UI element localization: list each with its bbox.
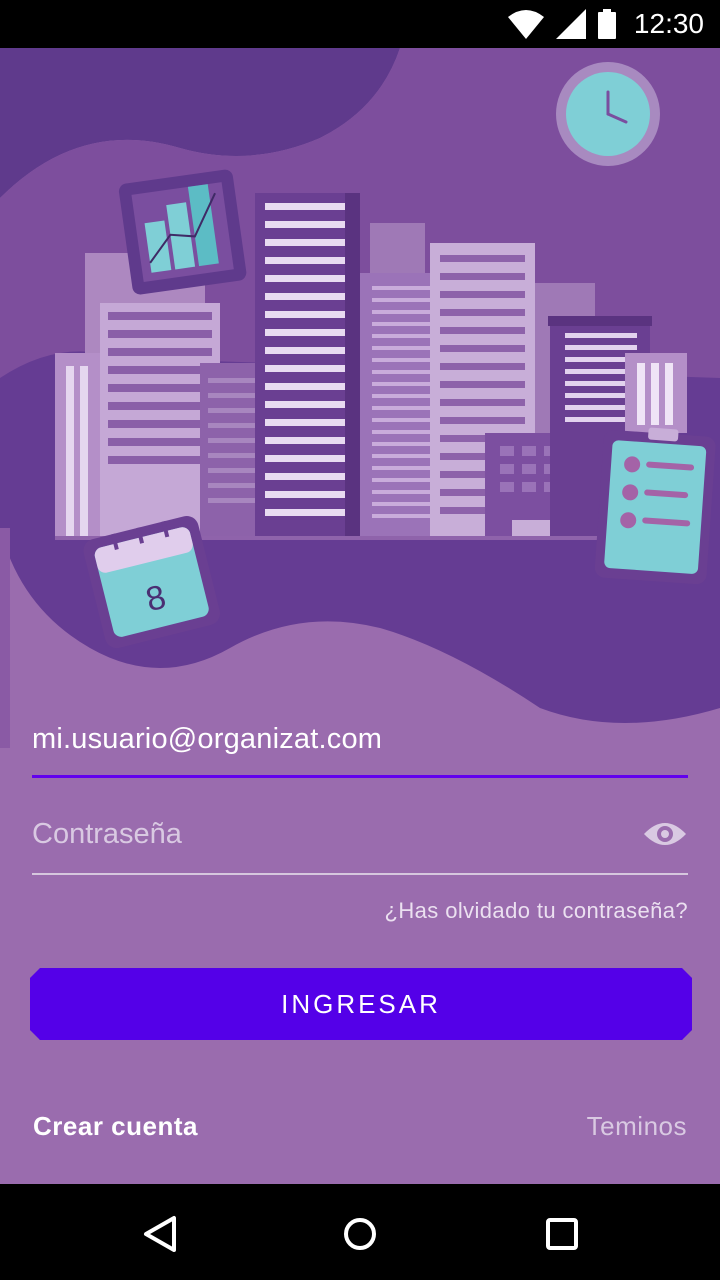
- login-screen: 8 mi.usuario@organizat.com Contraseña ¿H…: [0, 48, 720, 1184]
- cellular-signal-icon: [555, 9, 586, 39]
- login-form: mi.usuario@organizat.com Contraseña ¿Has…: [32, 703, 688, 923]
- status-icons: 12:30: [507, 0, 704, 48]
- bar-chart-icon: [118, 169, 247, 295]
- recents-icon[interactable]: [542, 1214, 582, 1254]
- battery-icon: [597, 9, 616, 39]
- terms-link[interactable]: Teminos: [587, 1111, 687, 1142]
- password-field[interactable]: Contraseña: [32, 778, 688, 875]
- status-bar: 12:30: [0, 0, 720, 48]
- create-account-link[interactable]: Crear cuenta: [33, 1111, 198, 1142]
- email-value: mi.usuario@organizat.com: [32, 723, 383, 755]
- back-icon[interactable]: [140, 1214, 180, 1254]
- clock-icon: [556, 62, 660, 166]
- building-left: [55, 353, 100, 538]
- navigation-bar: [0, 1184, 720, 1280]
- city-illustration: 8: [0, 48, 720, 748]
- building-tall: [255, 193, 360, 538]
- email-field[interactable]: mi.usuario@organizat.com: [32, 703, 688, 778]
- checklist-icon: [594, 427, 716, 585]
- eye-icon[interactable]: [642, 816, 688, 852]
- wifi-icon: [507, 10, 544, 39]
- home-icon[interactable]: [340, 1214, 380, 1254]
- password-placeholder: Contraseña: [32, 818, 182, 850]
- status-time: 12:30: [633, 8, 704, 39]
- forgot-password-link[interactable]: ¿Has olvidado tu contraseña?: [385, 898, 688, 924]
- login-button[interactable]: INGRESAR: [30, 968, 692, 1040]
